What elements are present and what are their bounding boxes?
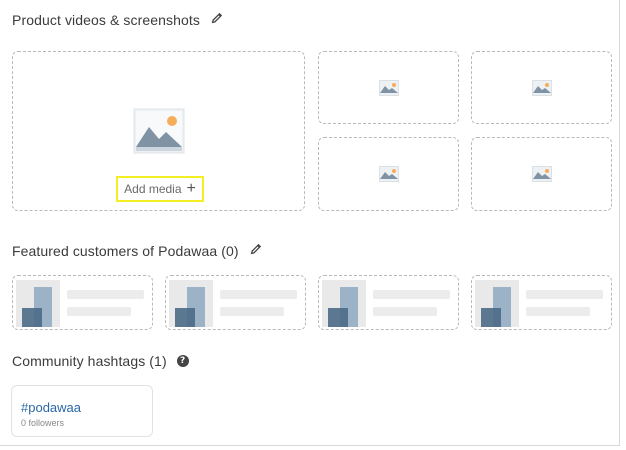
media-slot-1[interactable] <box>318 51 459 124</box>
media-slot-3[interactable] <box>318 137 459 211</box>
hashtags-section-title: Community hashtags (1) <box>12 353 167 369</box>
customer-logo-placeholder <box>169 280 213 327</box>
customer-logo-placeholder <box>16 280 60 327</box>
skeleton-line <box>220 290 297 299</box>
hashtags-section-header: Community hashtags (1) ? <box>12 353 189 369</box>
customer-placeholder-card[interactable] <box>318 275 459 330</box>
skeleton-line <box>526 307 590 316</box>
image-placeholder-icon <box>531 166 552 182</box>
add-media-button[interactable]: Add media + <box>116 176 204 202</box>
image-placeholder-icon <box>378 166 399 182</box>
image-placeholder-icon <box>133 108 185 159</box>
edit-media-pencil-icon[interactable] <box>210 11 224 28</box>
media-slot-2[interactable] <box>471 51 612 124</box>
hashtag-name[interactable]: #podawaa <box>21 400 81 415</box>
customer-logo-placeholder <box>475 280 519 327</box>
customer-logo-placeholder <box>322 280 366 327</box>
skeleton-line <box>526 290 603 299</box>
hashtag-followers-count: 0 followers <box>21 418 65 428</box>
help-icon[interactable]: ? <box>176 355 189 367</box>
customers-section-header: Featured customers of Podawaa (0) <box>12 242 263 259</box>
media-section-title: Product videos & screenshots <box>12 11 201 28</box>
edit-customers-pencil-icon[interactable] <box>249 242 263 259</box>
skeleton-line <box>373 290 450 299</box>
skeleton-line <box>373 307 437 316</box>
hashtag-card[interactable]: #podawaa 0 followers <box>11 385 153 437</box>
customers-section-title: Featured customers of Podawaa (0) <box>12 242 239 259</box>
skeleton-line <box>67 307 131 316</box>
media-section-header: Product videos & screenshots <box>12 11 224 28</box>
skeleton-line <box>220 307 284 316</box>
customer-placeholder-card[interactable] <box>12 275 153 330</box>
plus-icon: + <box>186 180 196 197</box>
customer-placeholder-card[interactable] <box>165 275 306 330</box>
add-media-label: Add media <box>124 182 182 196</box>
image-placeholder-icon <box>531 79 552 96</box>
customer-placeholder-card[interactable] <box>471 275 612 330</box>
skeleton-line <box>67 290 144 299</box>
media-slot-4[interactable] <box>471 137 612 211</box>
image-placeholder-icon <box>378 79 399 96</box>
